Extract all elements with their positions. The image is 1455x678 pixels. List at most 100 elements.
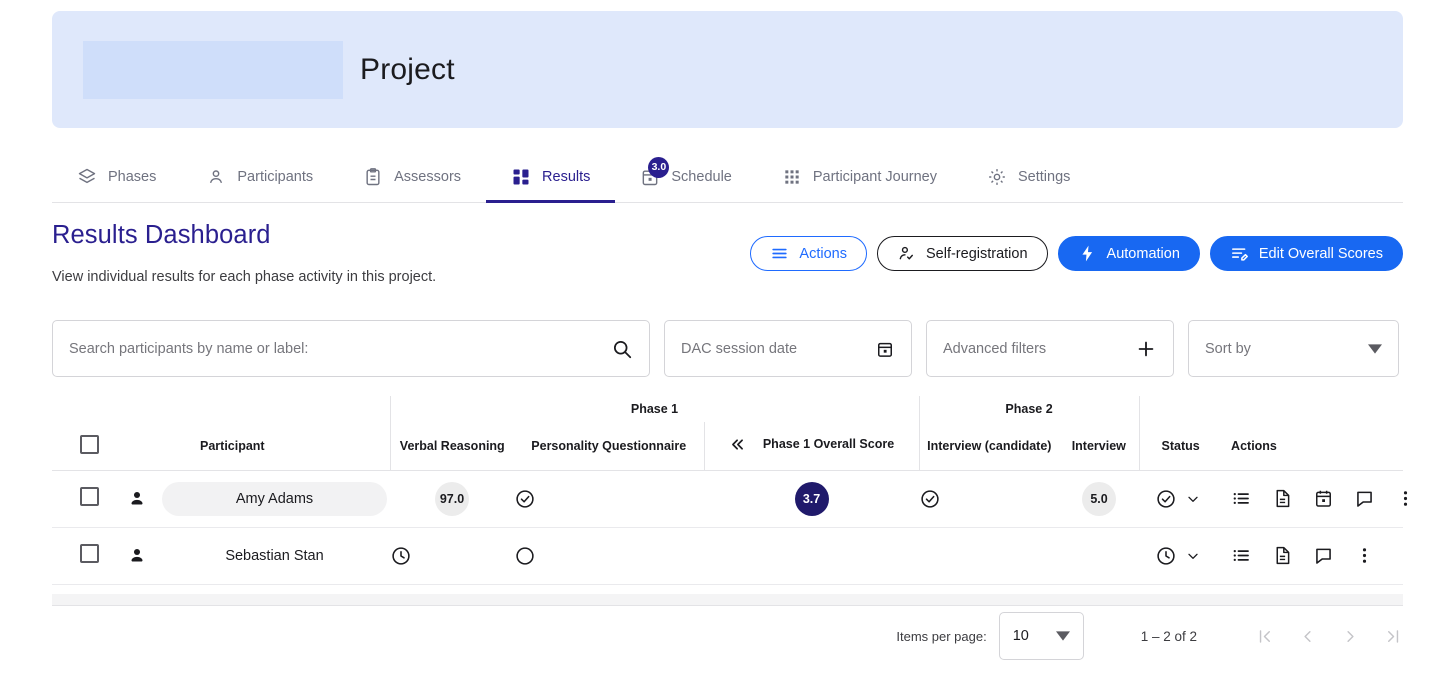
column-header-participant[interactable]: Participant (126, 422, 390, 471)
document-icon[interactable] (1272, 545, 1293, 566)
first-page-icon[interactable] (1255, 627, 1274, 646)
actions-cell (1217, 527, 1403, 584)
list-icon[interactable] (1231, 545, 1252, 566)
calendar-icon[interactable] (1313, 488, 1334, 509)
gear-icon (987, 167, 1007, 187)
self-registration-button-label: Self-registration (925, 245, 1028, 262)
column-header-actions: Actions (1217, 422, 1404, 471)
actions-button[interactable]: Actions (750, 236, 867, 271)
interview-cell[interactable]: 5.0 (1059, 470, 1139, 527)
interview-candidate-cell[interactable] (919, 527, 1059, 584)
next-page-icon[interactable] (1341, 627, 1360, 646)
more-vert-icon[interactable] (1395, 488, 1416, 509)
sort-by-select[interactable]: Sort by (1188, 320, 1399, 377)
column-header-phase-1-overall-score-label: Phase 1 Overall Score (762, 437, 895, 452)
column-header-verbal-reasoning[interactable]: Verbal Reasoning (389, 422, 514, 471)
column-header-status[interactable]: Status (1139, 422, 1218, 471)
status-chevron-down-icon[interactable] (1185, 548, 1201, 564)
search-input[interactable]: Search participants by name or label: (52, 320, 650, 377)
tab-participants[interactable]: Participants (181, 152, 338, 202)
pagination-range-label: 1 – 2 of 2 (1140, 628, 1197, 644)
clock-icon (390, 545, 514, 567)
document-icon[interactable] (1272, 488, 1293, 509)
group-header-phase-1: Phase 1 (389, 396, 920, 422)
column-header-personality-questionnaire[interactable]: Personality Questionnaire (514, 422, 704, 471)
actions-button-label: Actions (799, 245, 847, 262)
filter-bar: Search participants by name or label: DA… (52, 320, 1403, 377)
page-title: Results Dashboard (52, 221, 271, 249)
tab-label-settings: Settings (1017, 169, 1071, 185)
dashboard-icon (511, 167, 531, 187)
table-row[interactable]: Amy Adams 97.0 3.7 5.0 (52, 470, 1408, 527)
last-page-icon[interactable] (1384, 627, 1403, 646)
paginator: Items per page: 10 1 – 2 of 2 (896, 612, 1403, 660)
project-logo-placeholder (83, 40, 343, 99)
search-icon[interactable] (611, 338, 633, 360)
pagination-buttons (1255, 627, 1403, 646)
tab-label-results: Results (542, 169, 591, 185)
phase-1-overall-score-cell[interactable]: 3.7 (704, 470, 919, 527)
automation-button-label: Automation (1106, 245, 1180, 262)
advanced-filters-field[interactable]: Advanced filters (926, 320, 1174, 377)
interview-cell[interactable] (1059, 527, 1139, 584)
select-all-checkbox[interactable] (79, 434, 99, 454)
column-header-interview[interactable]: Interview (1059, 422, 1140, 471)
avatar-person-icon (126, 545, 148, 567)
row-checkbox[interactable] (79, 543, 99, 563)
sort-by-label: Sort by (1205, 340, 1251, 357)
results-dashboard-page: Project Phases Participants Assessors Re… (0, 0, 1455, 678)
list-icon[interactable] (1231, 488, 1252, 509)
more-vert-icon[interactable] (1354, 545, 1375, 566)
prev-page-icon[interactable] (1298, 627, 1317, 646)
tab-assessors[interactable]: Assessors (338, 152, 486, 202)
items-per-page-select[interactable]: 10 (998, 612, 1084, 660)
self-registration-button[interactable]: Self-registration (876, 236, 1048, 271)
plus-icon[interactable] (1135, 338, 1157, 360)
tab-participant-journey[interactable]: Participant Journey (757, 152, 962, 202)
tab-label-assessors: Assessors (394, 169, 462, 185)
column-header-phase-1-overall-score[interactable]: Phase 1 Overall Score (703, 422, 920, 471)
tab-label-participants: Participants (237, 169, 314, 185)
personality-questionnaire-cell[interactable] (514, 470, 704, 527)
status-check-circle-icon (1155, 488, 1177, 510)
horizontal-scrollbar[interactable] (52, 594, 1403, 606)
participant-name[interactable]: Amy Adams (162, 481, 387, 516)
schedule-badge: 3.0 (648, 157, 670, 178)
row-select-cell (52, 470, 126, 527)
calendar-picker-icon[interactable] (875, 339, 895, 359)
verbal-reasoning-cell[interactable]: 97.0 (390, 470, 514, 527)
automation-button[interactable]: Automation (1057, 236, 1200, 271)
empty-circle-icon (514, 545, 704, 567)
collapse-double-chevron-left-icon[interactable] (729, 436, 746, 453)
grid-dots-icon (782, 167, 802, 187)
toolbar-actions: Actions Self-registration Automation Edi… (750, 236, 1403, 271)
participant-name[interactable]: Sebastian Stan (162, 548, 387, 564)
tab-results[interactable]: Results (486, 152, 616, 203)
personality-questionnaire-cell[interactable] (514, 527, 704, 584)
tab-phases[interactable]: Phases (52, 152, 181, 202)
participant-cell: Amy Adams (126, 470, 390, 527)
verbal-reasoning-cell[interactable] (390, 527, 514, 584)
edit-overall-scores-button[interactable]: Edit Overall Scores (1209, 236, 1403, 271)
comment-icon[interactable] (1354, 488, 1375, 509)
advanced-filters-label: Advanced filters (943, 340, 1047, 357)
table-row[interactable]: Sebastian Stan (52, 527, 1404, 584)
table-group-header-row: Phase 1 Phase 2 (52, 396, 1403, 422)
interview-candidate-cell[interactable] (919, 470, 1059, 527)
check-circle-icon (919, 488, 1059, 510)
phase-1-overall-score-cell[interactable] (704, 527, 919, 584)
status-chevron-down-icon[interactable] (1185, 491, 1201, 507)
actions-cell (1217, 470, 1408, 527)
row-checkbox[interactable] (79, 486, 99, 506)
tab-settings[interactable]: Settings (962, 152, 1095, 202)
comment-icon[interactable] (1313, 545, 1334, 566)
dac-session-date-label: DAC session date (681, 340, 798, 357)
items-per-page-value: 10 (1012, 628, 1029, 644)
chevron-down-icon[interactable] (1368, 342, 1382, 356)
person-icon (206, 167, 226, 187)
dac-session-date-field[interactable]: DAC session date (664, 320, 912, 377)
tab-schedule[interactable]: 3.0 Schedule (615, 152, 756, 202)
phase-1-overall-score: 3.7 (794, 481, 829, 516)
check-circle-icon (514, 488, 704, 510)
column-header-interview-candidate[interactable]: Interview (candidate) (919, 422, 1060, 471)
